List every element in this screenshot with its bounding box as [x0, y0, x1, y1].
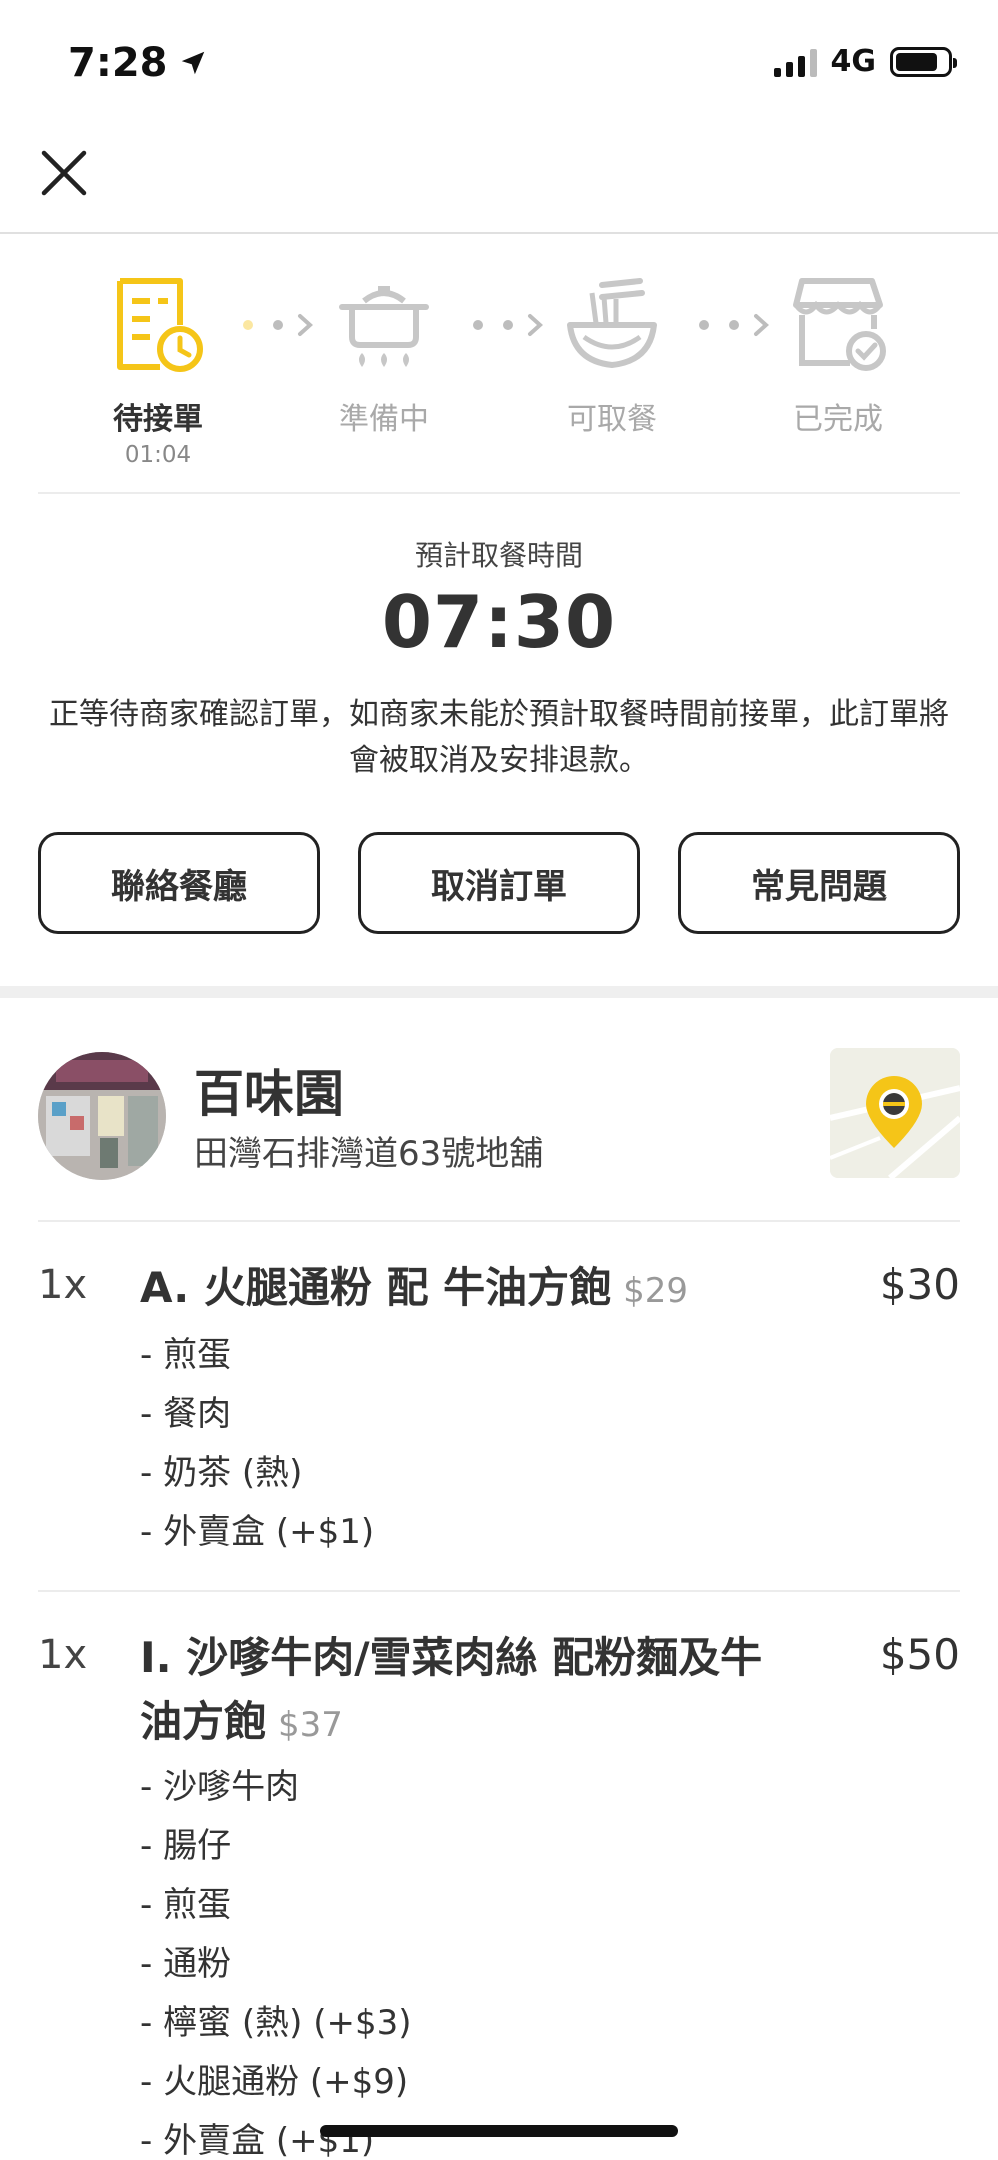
location-arrow-icon [181, 51, 204, 75]
home-indicator[interactable] [320, 2125, 678, 2137]
item-base-price: $29 [623, 1271, 689, 1311]
item-name: I. 沙嗲牛肉/雪菜肉絲 配粉麵及牛 油方飽 $37 [140, 1626, 762, 1757]
section-separator [0, 986, 998, 998]
faq-button[interactable]: 常見問題 [678, 832, 960, 934]
network-type: 4G [830, 44, 877, 79]
item-title-line-1: I. 沙嗲牛肉/雪菜肉絲 配粉麵及牛 [140, 1633, 763, 1682]
item-option: - 煎蛋 [140, 1335, 232, 1375]
item-name: A. 火腿通粉 配 牛油方飽 $29 [140, 1256, 688, 1323]
restaurant-name: 百味園 [194, 1065, 344, 1123]
signal-icon [773, 47, 817, 77]
step-pending: 待接單 01:04 [68, 270, 248, 468]
restaurant-avatar [38, 1052, 166, 1180]
map-thumbnail[interactable] [830, 1048, 960, 1178]
restaurant-address: 田灣石排灣道63號地舖 [194, 1134, 544, 1174]
status-indicators: 4G [773, 44, 957, 79]
cooking-pot-icon [329, 270, 439, 380]
store-check-icon [783, 270, 893, 380]
divider [38, 1590, 960, 1592]
step-preparing: 準備中 [294, 270, 474, 438]
order-status-notice: 正等待商家確認訂單，如商家未能於預計取餐時間前接單，此訂單將會被取消及安排退款。 [49, 697, 949, 778]
item-price: $30 [879, 1260, 960, 1309]
item-option: - 煎蛋 [140, 1885, 232, 1925]
order-receipt-clock-icon [103, 270, 213, 380]
pickup-time-label: 預計取餐時間 [414, 539, 583, 572]
item-options: - 煎蛋 - 餐肉 - 奶茶 (熱) - 外賣盒 (+$1) [140, 1326, 374, 1562]
item-option: - 檸蜜 (熱) (+$3) [140, 2003, 412, 2043]
step-ready: 可取餐 [522, 270, 702, 438]
item-option: - 外賣盒 (+$1) [140, 1512, 375, 1552]
step-label-preparing: 準備中 [339, 402, 429, 437]
item-title: A. 火腿通粉 配 牛油方飽 [140, 1263, 612, 1312]
item-option: - 腸仔 [140, 1826, 232, 1866]
item-price: $50 [879, 1630, 960, 1679]
item-quantity: 1x [38, 1632, 88, 1678]
item-options: - 沙嗲牛肉 - 腸仔 - 煎蛋 - 通粉 - 檸蜜 (熱) (+$3) - 火… [140, 1758, 412, 2160]
status-time: 7:28 [68, 40, 208, 86]
step-label-pending: 待接單 [113, 402, 203, 437]
divider [38, 492, 960, 494]
status-time-text: 7:28 [68, 40, 168, 86]
item-base-price: $37 [278, 1705, 343, 1745]
item-option: - 通粉 [140, 1944, 232, 1984]
cancel-order-button[interactable]: 取消訂單 [358, 832, 640, 934]
contact-restaurant-button[interactable]: 聯絡餐廳 [38, 832, 320, 934]
step-completed: 已完成 [748, 270, 928, 438]
item-quantity: 1x [38, 1262, 88, 1308]
item-option: - 沙嗲牛肉 [140, 1767, 300, 1807]
pickup-time: 07:30 [381, 580, 617, 664]
close-button[interactable] [36, 145, 92, 201]
item-title-line-2: 油方飽 [140, 1697, 267, 1746]
item-option: - 火腿通粉 (+$9) [140, 2062, 409, 2102]
step-label-completed: 已完成 [793, 402, 883, 437]
battery-icon [890, 46, 957, 77]
header-divider [0, 232, 998, 234]
noodle-bowl-icon [557, 270, 667, 380]
status-bar: 7:28 4G [0, 0, 998, 130]
step-timer: 01:04 [124, 442, 192, 468]
divider [38, 1220, 960, 1222]
item-option: - 餐肉 [140, 1394, 232, 1434]
item-option: - 奶茶 (熱) [140, 1453, 303, 1493]
step-label-ready: 可取餐 [567, 402, 657, 437]
close-icon [41, 150, 87, 196]
